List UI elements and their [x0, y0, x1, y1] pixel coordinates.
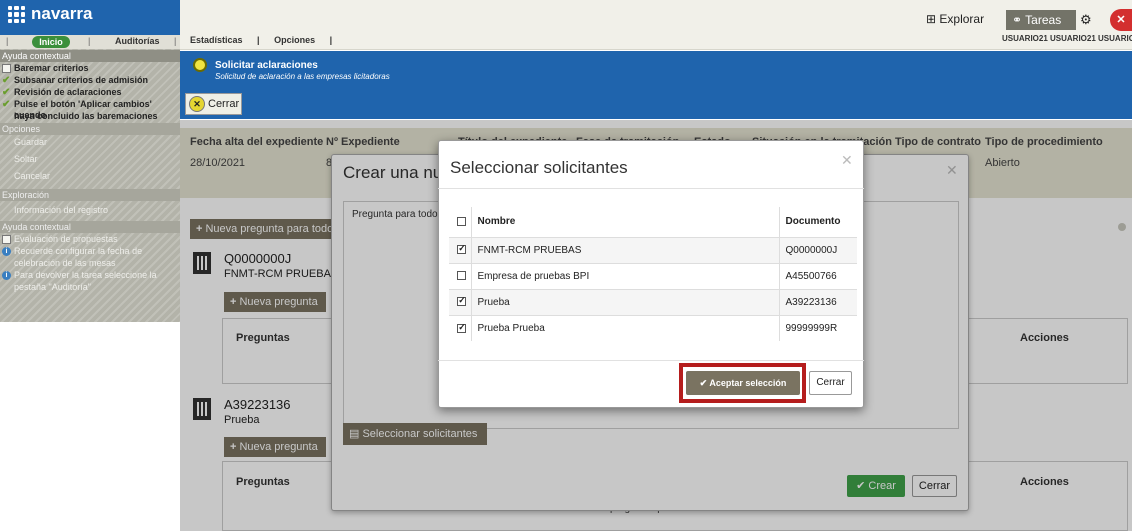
aceptar-seleccion-button[interactable]: ✔ Aceptar selección: [686, 371, 800, 395]
sidebar-section-ayuda-2[interactable]: Ayuda contextual: [0, 221, 180, 233]
sidebar-item-recuerde-cont: celebración de las mesas: [14, 258, 116, 268]
select-all-checkbox[interactable]: [457, 217, 467, 227]
row-documento: A45500766: [778, 262, 857, 289]
nav-inicio[interactable]: Inicio: [32, 36, 70, 48]
row-nombre: FNMT-RCM PRUEBAS: [470, 236, 779, 263]
nav-separator: |: [88, 36, 91, 46]
nav-auditorias[interactable]: Auditorías: [115, 36, 160, 46]
sidebar-item-subsanar[interactable]: ✔ Subsanar criterios de admisión: [0, 75, 180, 86]
sidebar-item-aplicar-cont: haya concluido las baremaciones: [14, 111, 158, 121]
user-name: USUARIO21 USUARIO21 USUARIO: [1002, 34, 1132, 43]
sidebar-item-devolver-cont: pestaña "Auditoría": [14, 282, 91, 292]
cerrar-button[interactable]: ✕ Cerrar: [185, 93, 242, 115]
table-row[interactable]: Empresa de pruebas BPI A45500766: [449, 262, 857, 289]
sidebar-item-cancelar[interactable]: Cancelar: [0, 171, 180, 182]
checkbox-icon: [2, 235, 11, 244]
table-row[interactable]: FNMT-RCM PRUEBAS Q0000000J: [449, 236, 857, 263]
close-icon[interactable]: ✕: [1110, 9, 1132, 31]
info-icon: i: [2, 271, 11, 280]
cerrar-button[interactable]: Cerrar: [809, 371, 852, 395]
grid-icon: ⊞: [926, 12, 940, 26]
col-nombre: Nombre: [470, 207, 779, 237]
gear-icon[interactable]: ⚙: [1080, 12, 1092, 28]
tasks-icon: ⚭: [1012, 13, 1026, 27]
nav-separator: |: [257, 35, 260, 45]
row-nombre: Prueba: [470, 288, 779, 315]
main-nav: | Inicio | Auditorías |: [0, 35, 180, 49]
sidebar-item-info-registro[interactable]: Información del registro: [0, 205, 180, 216]
divider: [438, 188, 864, 189]
tareas-button[interactable]: ⚭ Tareas: [1006, 10, 1076, 30]
sidebar-section-ayuda[interactable]: Ayuda contextual: [0, 50, 180, 62]
row-documento: 99999999R: [778, 314, 857, 341]
sidebar-item-baremar[interactable]: Baremar criterios: [0, 63, 180, 74]
close-icon[interactable]: ✕: [841, 152, 853, 169]
modal-title: Seleccionar solicitantes: [450, 158, 628, 177]
top-nav: Estadísticas | Opciones |: [190, 35, 344, 45]
action-bar: [180, 51, 1132, 119]
select-all-cell[interactable]: [449, 207, 471, 237]
table-row[interactable]: Prueba A39223136: [449, 288, 857, 315]
sidebar-item-recuerde[interactable]: i Recuerde configurar la fecha de: [0, 246, 180, 257]
row-checkbox[interactable]: [457, 243, 467, 255]
gear-icon: [193, 58, 207, 72]
check-icon: ✔: [699, 378, 710, 388]
table-header-row: Nombre Documento: [449, 207, 857, 237]
row-checkbox-cell[interactable]: [449, 262, 471, 289]
row-checkbox-cell[interactable]: [449, 314, 471, 341]
row-nombre: Empresa de pruebas BPI: [470, 262, 779, 289]
check-icon: ✔: [2, 75, 11, 86]
app-name: navarra: [31, 4, 93, 23]
navarra-logo-icon: [8, 6, 25, 23]
sidebar-section-exploracion[interactable]: Exploración: [0, 189, 180, 201]
tab-estadisticas[interactable]: Estadísticas: [190, 35, 243, 45]
nav-separator: |: [174, 36, 177, 46]
tab-opciones[interactable]: Opciones: [274, 35, 315, 45]
table-row[interactable]: Prueba Prueba 99999999R: [449, 314, 857, 341]
row-checkbox[interactable]: [457, 295, 467, 307]
nav-separator: |: [329, 35, 333, 45]
sidebar-section-opciones[interactable]: Opciones: [0, 123, 180, 135]
info-icon: i: [2, 247, 11, 256]
checkbox-icon: [2, 64, 11, 73]
action-title: Solicitar aclaraciones: [215, 60, 318, 71]
check-icon: ✔: [2, 87, 11, 98]
sidebar-item-revision[interactable]: ✔ Revisión de aclaraciones: [0, 87, 180, 98]
nav-separator: |: [6, 36, 9, 46]
sidebar-item-evaluacion[interactable]: Evaluación de propuestas: [0, 234, 180, 245]
check-icon: ✔: [2, 99, 11, 110]
row-documento: A39223136: [778, 288, 857, 315]
explorar-button[interactable]: ⊞ Explorar: [926, 12, 984, 26]
divider: [438, 360, 864, 361]
row-documento: Q0000000J: [778, 236, 857, 263]
sidebar-item-soltar[interactable]: Soltar: [0, 154, 180, 165]
sidebar-item-devolver[interactable]: i Para devolver la tarea seleccione la: [0, 270, 180, 281]
close-icon: ✕: [189, 96, 205, 112]
sidebar-item-guardar[interactable]: Guardar: [0, 137, 180, 148]
row-checkbox-cell[interactable]: [449, 236, 471, 263]
col-documento: Documento: [778, 207, 857, 237]
row-checkbox[interactable]: [457, 271, 467, 281]
row-nombre: Prueba Prueba: [470, 314, 779, 341]
solicitantes-table: Nombre Documento FNMT-RCM PRUEBAS Q00000…: [449, 207, 857, 341]
action-subtitle: Solicitud de aclaración a las empresas l…: [215, 72, 390, 81]
row-checkbox-cell[interactable]: [449, 288, 471, 315]
row-checkbox[interactable]: [457, 322, 467, 333]
